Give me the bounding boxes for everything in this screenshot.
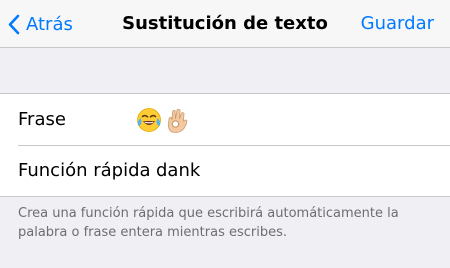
shortcut-row[interactable]: Función rápida dank (0, 145, 450, 196)
save-button[interactable]: Guardar (361, 0, 434, 48)
ok-hand-emoji-icon (168, 108, 188, 133)
text-replacement-form: Frase Función rápida dank (0, 93, 450, 197)
footer-note: Crea una función rápida que escribirá au… (18, 206, 399, 240)
shortcut-label: Función rápida (18, 160, 151, 181)
face-with-tears-of-joy-emoji-icon (137, 108, 161, 132)
phrase-field[interactable] (136, 107, 189, 133)
navigation-bar: Atrás Sustitución de texto Guardar (0, 0, 450, 48)
phrase-label: Frase (18, 109, 66, 130)
phrase-row[interactable]: Frase (0, 94, 450, 145)
shortcut-field[interactable]: dank (156, 145, 200, 196)
